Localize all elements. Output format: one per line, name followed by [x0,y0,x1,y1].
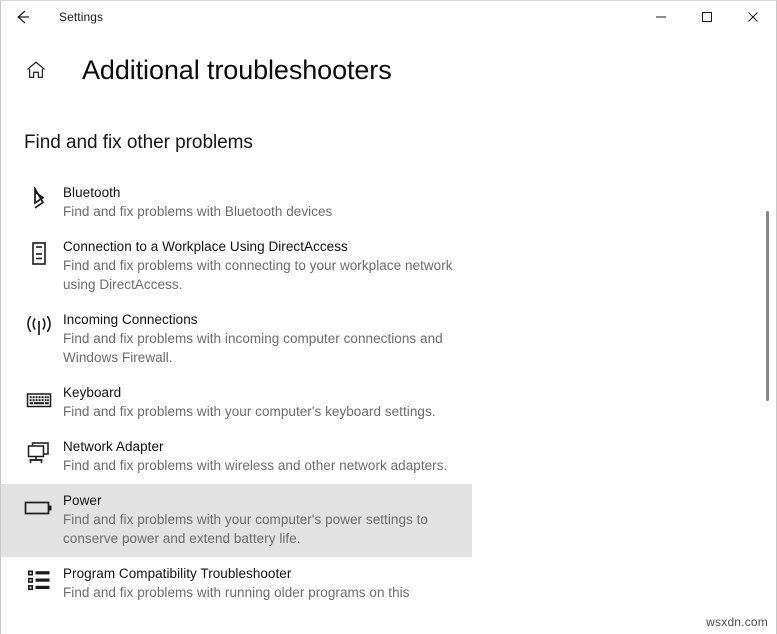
page-title: Additional troubleshooters [82,54,392,85]
list-item[interactable]: Program Compatibility Troubleshooter Fin… [1,557,472,611]
page-header: Additional troubleshooters [1,33,776,89]
home-icon[interactable] [19,53,53,87]
window-controls [638,1,776,33]
list-item-description: Find and fix problems with Bluetooth dev… [63,204,333,219]
list-item-title: Network Adapter [63,439,164,454]
minimize-button[interactable] [638,1,684,33]
list-item-title: Incoming Connections [63,312,198,327]
list-item-text: Bluetooth Find and fix problems with Blu… [59,184,332,221]
battery-power-icon [19,492,59,522]
list-item-description: Find and fix problems with connecting to… [63,258,453,292]
scroll-thumb[interactable] [766,211,769,401]
bluetooth-icon [19,184,59,214]
list-item-text: Connection to a Workplace Using DirectAc… [59,238,463,294]
list-item[interactable]: Bluetooth Find and fix problems with Blu… [1,176,472,230]
vertical-scrollbar[interactable] [761,33,775,634]
maximize-button[interactable] [684,1,730,33]
list-item[interactable]: Incoming Connections Find and fix proble… [1,303,472,376]
section-title: Find and fix other problems [24,132,253,153]
list-item-title: Bluetooth [63,185,121,200]
list-item-title: Program Compatibility Troubleshooter [63,566,292,581]
keyboard-icon [19,384,59,414]
list-item-text: Keyboard Find and fix problems with your… [59,384,436,421]
list-item-title: Power [63,493,102,508]
list-item-text: Network Adapter Find and fix problems wi… [59,438,447,475]
list-item-power[interactable]: Power Find and fix problems with your co… [1,484,472,557]
list-item-text: Program Compatibility Troubleshooter Fin… [59,565,410,602]
list-item[interactable]: Keyboard Find and fix problems with your… [1,376,472,430]
list-item-description: Find and fix problems with your computer… [63,404,436,419]
network-adapter-icon [19,438,59,468]
settings-window: Settings Additional troubleshooters Find… [0,0,777,634]
workplace-device-icon [19,238,59,268]
list-item-text: Incoming Connections Find and fix proble… [59,311,463,367]
app-title: Settings [59,10,104,24]
list-item-description: Find and fix problems with running older… [63,585,410,600]
broadcast-antenna-icon [19,311,59,341]
back-button[interactable] [1,1,45,33]
list-item-description: Find and fix problems with your computer… [63,512,428,546]
title-bar: Settings [1,1,776,33]
watermark: wsxdn.com [701,613,773,631]
list-item-text: Power Find and fix problems with your co… [59,492,463,548]
program-list-icon [19,565,59,595]
list-item[interactable]: Connection to a Workplace Using DirectAc… [1,230,472,303]
list-item-description: Find and fix problems with wireless and … [63,458,448,473]
troubleshooter-list: Bluetooth Find and fix problems with Blu… [1,176,776,611]
list-item[interactable]: Network Adapter Find and fix problems wi… [1,430,472,484]
list-item-title: Keyboard [63,385,122,400]
list-item-description: Find and fix problems with incoming comp… [63,331,443,365]
list-item-title: Connection to a Workplace Using DirectAc… [63,239,348,254]
close-button[interactable] [730,1,776,33]
